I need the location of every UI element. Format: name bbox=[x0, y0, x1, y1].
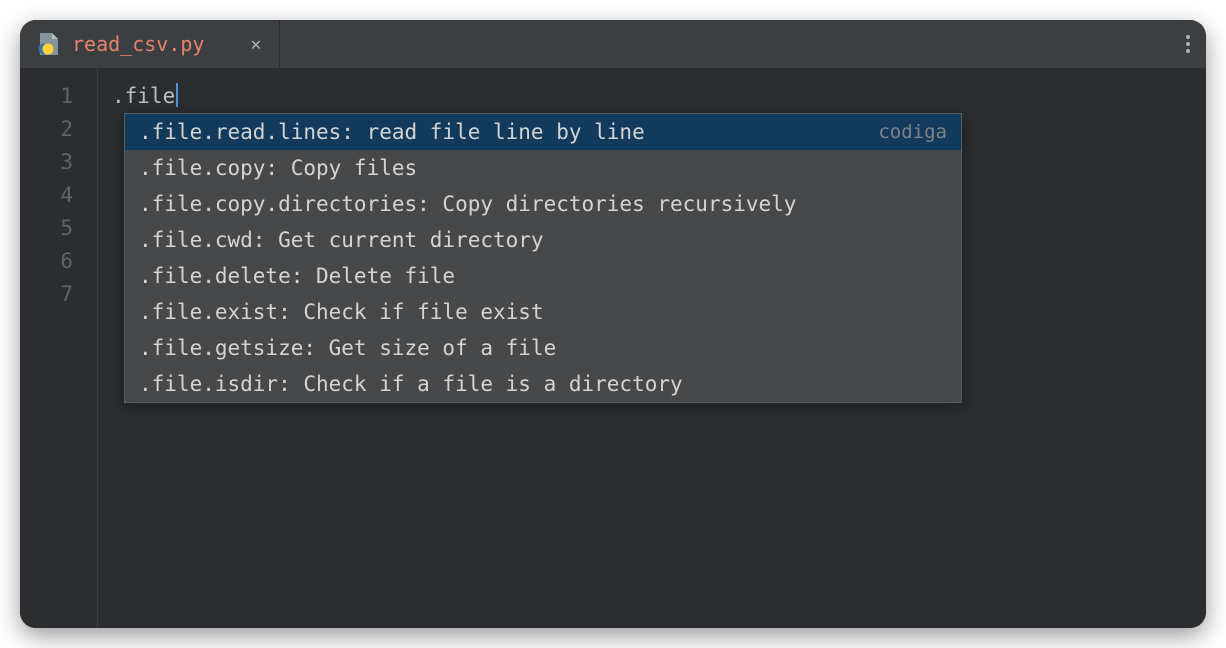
autocomplete-label: .file.copy: Copy files bbox=[139, 150, 417, 186]
autocomplete-item[interactable]: .file.isdir: Check if a file is a direct… bbox=[125, 366, 961, 402]
autocomplete-label: .file.read.lines: read file line by line bbox=[139, 114, 645, 150]
line-number: 3 bbox=[20, 146, 97, 179]
autocomplete-label: .file.cwd: Get current directory bbox=[139, 222, 544, 258]
file-tab[interactable]: read_csv.py ✕ bbox=[20, 20, 280, 68]
tab-bar: read_csv.py ✕ bbox=[20, 20, 1206, 68]
autocomplete-item[interactable]: .file.copy.directories: Copy directories… bbox=[125, 186, 961, 222]
autocomplete-label: .file.exist: Check if file exist bbox=[139, 294, 544, 330]
editor-window: read_csv.py ✕ 1 2 3 4 5 6 7 .file .file.… bbox=[20, 20, 1206, 628]
python-file-icon bbox=[38, 33, 58, 55]
autocomplete-item[interactable]: .file.copy: Copy files bbox=[125, 150, 961, 186]
tab-filename: read_csv.py bbox=[72, 32, 204, 56]
code-line: .file bbox=[112, 80, 1206, 113]
autocomplete-label: .file.getsize: Get size of a file bbox=[139, 330, 556, 366]
text-cursor bbox=[176, 83, 178, 107]
code-text: .file bbox=[112, 84, 175, 108]
autocomplete-source-tag: codiga bbox=[878, 114, 947, 150]
editor-body: 1 2 3 4 5 6 7 .file .file.read.lines: re… bbox=[20, 68, 1206, 628]
autocomplete-label: .file.copy.directories: Copy directories… bbox=[139, 186, 796, 222]
autocomplete-item[interactable]: .file.read.lines: read file line by line… bbox=[125, 114, 961, 150]
autocomplete-label: .file.delete: Delete file bbox=[139, 258, 455, 294]
more-icon[interactable] bbox=[1186, 35, 1190, 53]
line-number: 7 bbox=[20, 278, 97, 311]
line-number: 1 bbox=[20, 80, 97, 113]
autocomplete-item[interactable]: .file.getsize: Get size of a file bbox=[125, 330, 961, 366]
close-icon[interactable]: ✕ bbox=[250, 34, 261, 55]
line-number: 4 bbox=[20, 179, 97, 212]
code-area[interactable]: .file .file.read.lines: read file line b… bbox=[98, 68, 1206, 628]
line-number: 6 bbox=[20, 245, 97, 278]
autocomplete-item[interactable]: .file.delete: Delete file bbox=[125, 258, 961, 294]
autocomplete-popup: .file.read.lines: read file line by line… bbox=[124, 113, 962, 403]
line-number: 5 bbox=[20, 212, 97, 245]
autocomplete-item[interactable]: .file.exist: Check if file exist bbox=[125, 294, 961, 330]
line-gutter: 1 2 3 4 5 6 7 bbox=[20, 68, 98, 628]
line-number: 2 bbox=[20, 113, 97, 146]
autocomplete-label: .file.isdir: Check if a file is a direct… bbox=[139, 366, 683, 402]
autocomplete-item[interactable]: .file.cwd: Get current directory bbox=[125, 222, 961, 258]
